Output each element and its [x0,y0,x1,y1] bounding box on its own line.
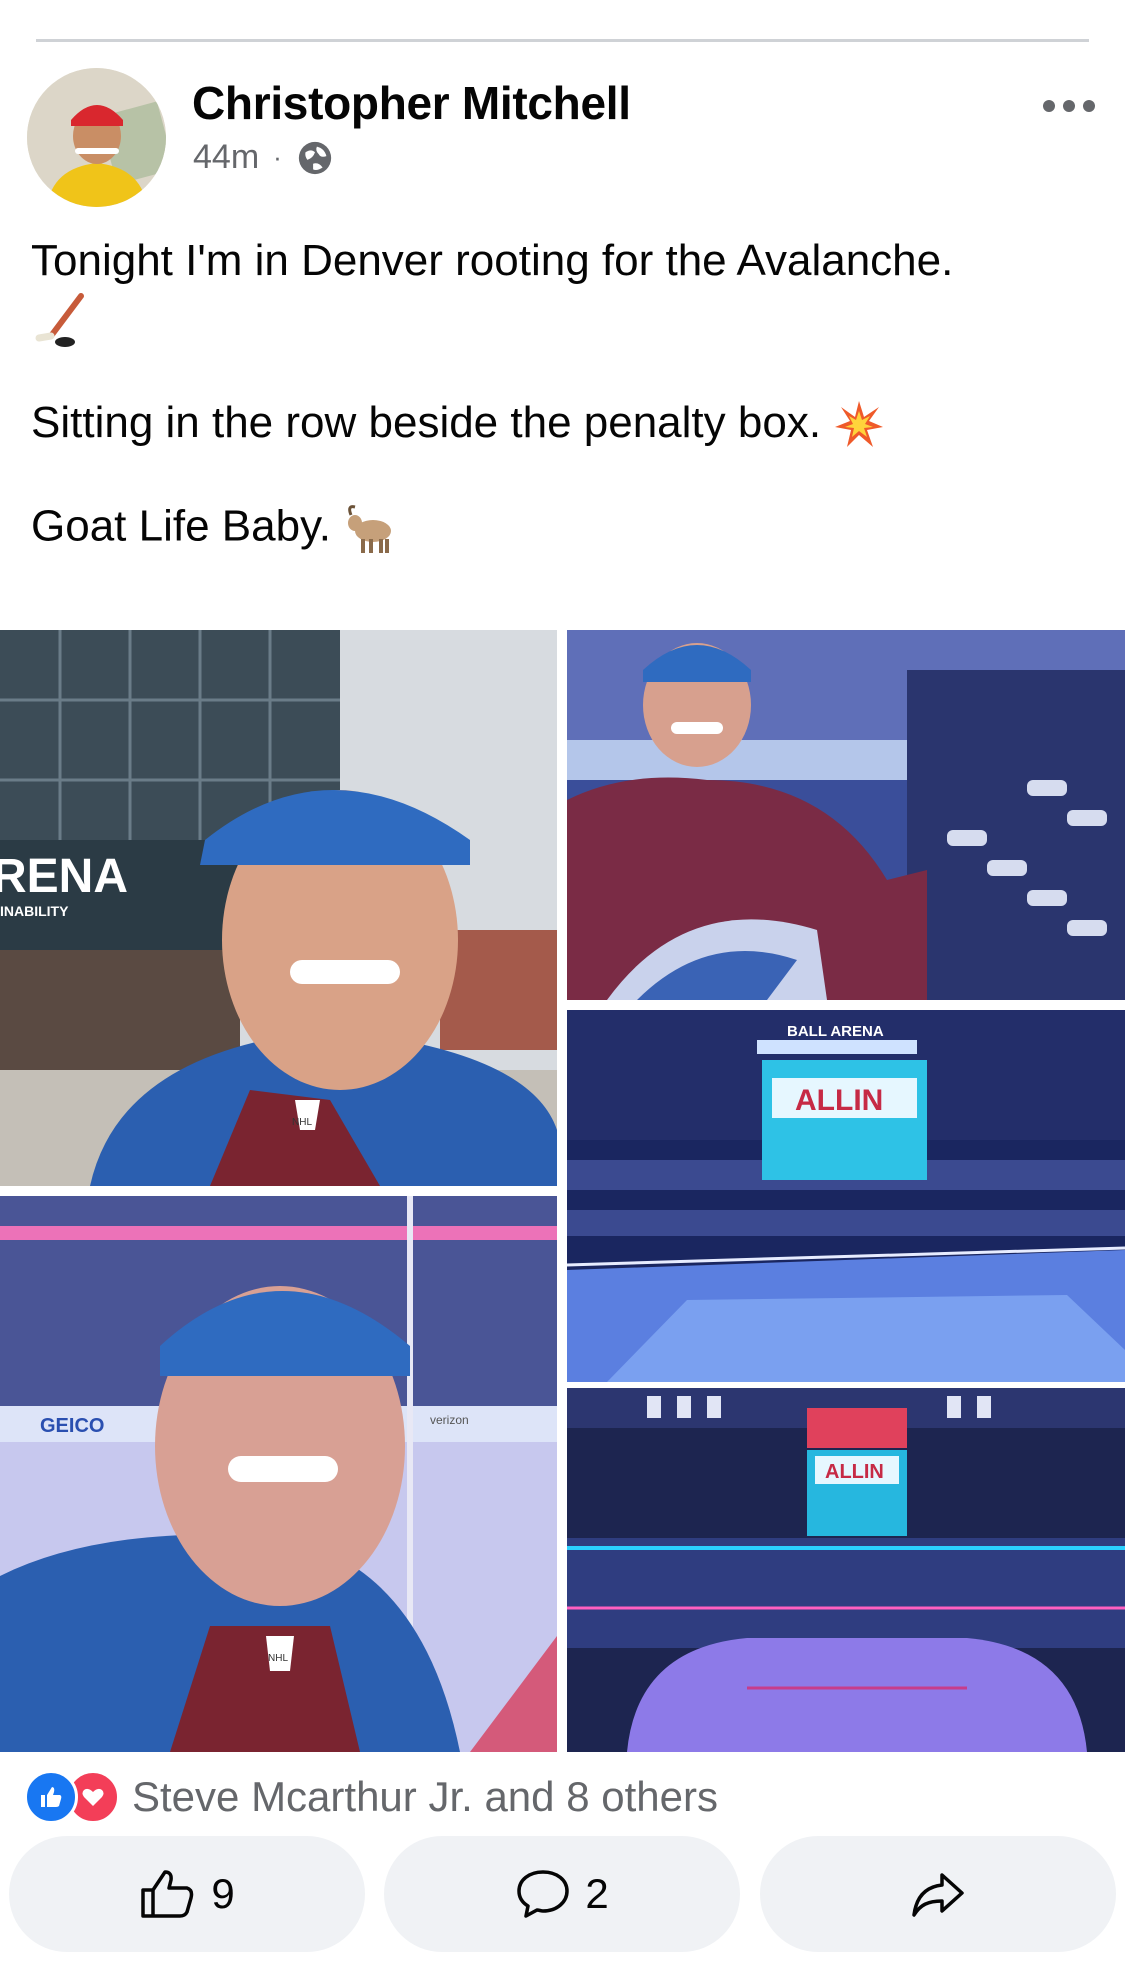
caption-line-2: Sitting in the row beside the penalty bo… [31,398,1101,451]
hockey-stick-icon [35,293,84,347]
nhl-patch-text: NHL [292,1117,312,1128]
photo-full-rink[interactable]: ALLIN [567,1388,1125,1752]
comment-icon [517,1870,570,1918]
photo-penalty-box[interactable] [567,630,1125,1000]
photo-glass[interactable]: GEICO verizon NHL [0,1196,557,1752]
thumbs-up-icon [41,1787,62,1807]
photo-4-image: GEICO verizon NHL [0,1196,557,1752]
photo-scoreboard[interactable]: BALL ARENA ALLIN [567,1010,1125,1382]
share-button[interactable] [760,1836,1116,1952]
meta-separator: · [273,142,282,172]
author-name[interactable]: Christopher Mitchell [192,76,631,130]
reactions-summary[interactable]: Steve Mcarthur Jr. and 8 others [24,1770,718,1824]
boards-sponsor-text: GEICO [40,1415,104,1437]
top-divider [36,39,1089,42]
caption-text-1: Tonight I'm in Denver rooting for the Av… [31,236,954,285]
post-time[interactable]: 44m [193,138,259,177]
caption-text-3: Goat Life Baby. [31,502,332,551]
photo-1-image: RENA INABILITY NHL [0,630,557,1186]
like-button[interactable]: 9 [9,1836,365,1952]
comment-button[interactable]: 2 [384,1836,740,1952]
more-options-button[interactable] [1043,100,1095,112]
thumbs-up-outline-icon [141,1870,194,1918]
post-actions-bar: 9 2 [0,1836,1125,1952]
globe-icon[interactable] [296,139,334,177]
avatar-image [27,68,166,207]
caption-text-2: Sitting in the row beside the penalty bo… [31,398,822,447]
like-count: 9 [211,1870,235,1917]
author-avatar[interactable] [27,68,166,207]
photo-2-image [567,630,1125,1000]
more-dot [1063,100,1075,112]
post-meta: 44m · [193,138,334,177]
collision-icon [835,401,884,448]
nhl-patch-text: NHL [268,1653,288,1664]
caption-emoji-row [31,290,1101,350]
arena-sign-text: RENA [0,850,128,903]
reactions-text[interactable]: Steve Mcarthur Jr. and 8 others [132,1773,718,1821]
more-dot [1083,100,1095,112]
caption-line-3: Goat Life Baby. [31,501,1101,557]
share-arrow-icon [912,1873,964,1917]
more-dot [1043,100,1055,112]
arena-sign-subtext: INABILITY [0,903,69,919]
photo-3-image: BALL ARENA ALLIN [567,1010,1125,1382]
photo-arena-outside[interactable]: RENA INABILITY NHL [0,630,557,1186]
heart-icon [82,1788,104,1806]
photo-5-image: ALLIN [567,1388,1125,1752]
board-top-text: BALL ARENA [787,1023,884,1040]
board-text: ALLIN [825,1461,884,1483]
boards-sponsor-text-2: verizon [430,1413,469,1427]
like-reaction-icon [24,1770,78,1824]
caption-line-1: Tonight I'm in Denver rooting for the Av… [31,236,1101,286]
post-caption: Tonight I'm in Denver rooting for the Av… [31,236,1101,557]
goat-icon [348,505,392,554]
board-text: ALLIN [795,1084,883,1117]
comment-count: 2 [585,1870,609,1917]
